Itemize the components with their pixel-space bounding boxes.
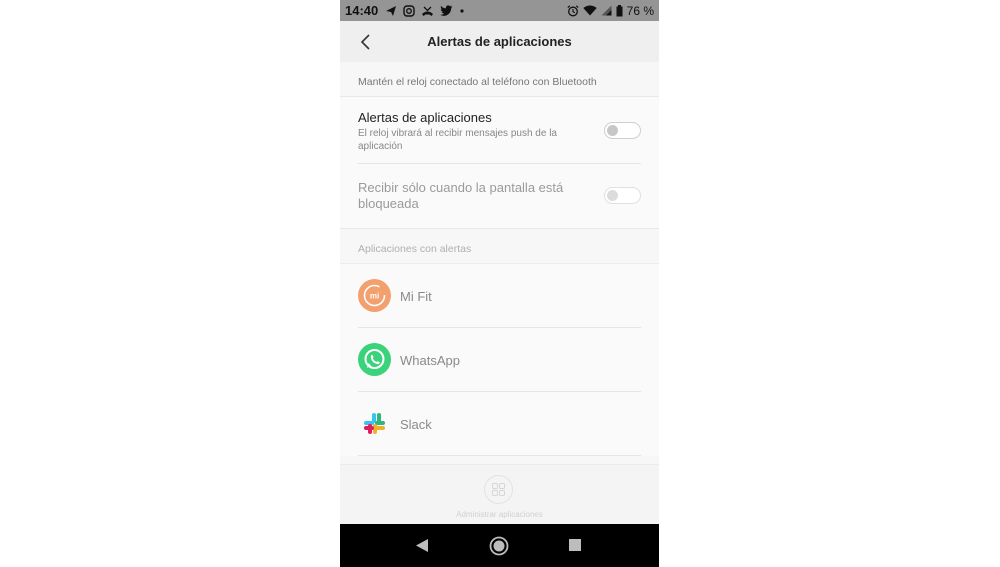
toggle-knob	[607, 125, 618, 136]
app-label: Slack	[400, 417, 432, 432]
locked-only-toggle[interactable]	[604, 187, 641, 204]
missed-call-icon	[422, 6, 433, 16]
section-title-apps: Aplicaciones con alertas	[358, 243, 472, 255]
system-icons: 76 %	[567, 3, 654, 18]
svg-text:mi: mi	[370, 292, 379, 301]
mi-fit-icon: mi	[358, 279, 391, 312]
notification-icons	[385, 4, 465, 17]
status-bar: 14:40 76 %	[340, 0, 659, 21]
back-triangle-icon[interactable]	[415, 538, 429, 553]
grid-icon	[492, 483, 505, 496]
alarm-icon	[567, 4, 579, 16]
status-time: 14:40	[345, 3, 379, 18]
whatsapp-icon	[358, 343, 391, 376]
home-circle-icon[interactable]	[489, 536, 509, 556]
manage-apps-button[interactable]	[484, 475, 513, 504]
app-item-mi-fit[interactable]: mi Mi Fit	[340, 264, 659, 328]
app-item-whatsapp[interactable]: WhatsApp	[340, 328, 659, 392]
system-nav-bar	[340, 524, 659, 567]
app-label: Mi Fit	[400, 289, 432, 304]
signal-icon	[601, 5, 612, 16]
divider	[358, 455, 641, 456]
dot-icon	[460, 8, 464, 13]
manage-apps-area: Administrar aplicaciones	[340, 464, 659, 525]
app-list: mi Mi Fit WhatsApp Slack	[340, 263, 659, 456]
battery-percent: 76 %	[626, 3, 654, 18]
toggle-knob	[607, 190, 618, 201]
page-title: Alertas de aplicaciones	[427, 34, 572, 49]
bluetooth-note: Mantén el reloj conectado al teléfono co…	[358, 76, 597, 88]
app-alerts-toggle[interactable]	[604, 122, 641, 139]
locked-only-title: Recibir sólo cuando la pantalla está blo…	[358, 180, 564, 211]
phone-screen: 14:40 76 % Alertas de aplicaciones Manté…	[340, 0, 659, 567]
divider	[358, 163, 641, 164]
battery-icon	[616, 4, 623, 16]
twitter-icon	[440, 5, 453, 16]
app-item-slack[interactable]: Slack	[340, 392, 659, 456]
app-alerts-title: Alertas de aplicaciones	[358, 110, 492, 125]
wifi-icon	[582, 5, 597, 16]
alert-settings-card: Alertas de aplicaciones El reloj vibrará…	[340, 96, 659, 229]
manage-apps-label: Administrar aplicaciones	[456, 510, 543, 519]
app-alerts-description: El reloj vibrará al recibir mensajes pus…	[358, 128, 557, 152]
recent-square-icon[interactable]	[569, 539, 581, 551]
app-label: WhatsApp	[400, 353, 460, 368]
send-icon	[386, 5, 396, 16]
app-header: Alertas de aplicaciones	[340, 21, 659, 62]
instagram-icon	[403, 4, 415, 17]
slack-icon	[364, 413, 385, 434]
